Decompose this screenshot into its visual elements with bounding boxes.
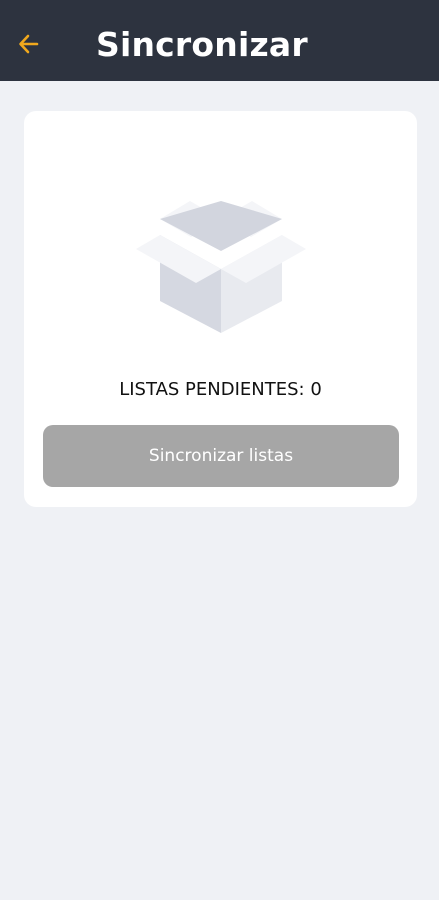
sync-lists-button[interactable]: Sincronizar listas [43,425,399,487]
arrow-left-icon [19,34,39,54]
open-box-icon [136,201,306,333]
pending-lists-label: LISTAS PENDIENTES: 0 [119,379,322,400]
back-button[interactable] [14,29,44,59]
page-title: Sincronizar [96,25,308,64]
sync-card: LISTAS PENDIENTES: 0 Sincronizar listas [24,111,417,507]
app-bar: Sincronizar [0,0,439,81]
